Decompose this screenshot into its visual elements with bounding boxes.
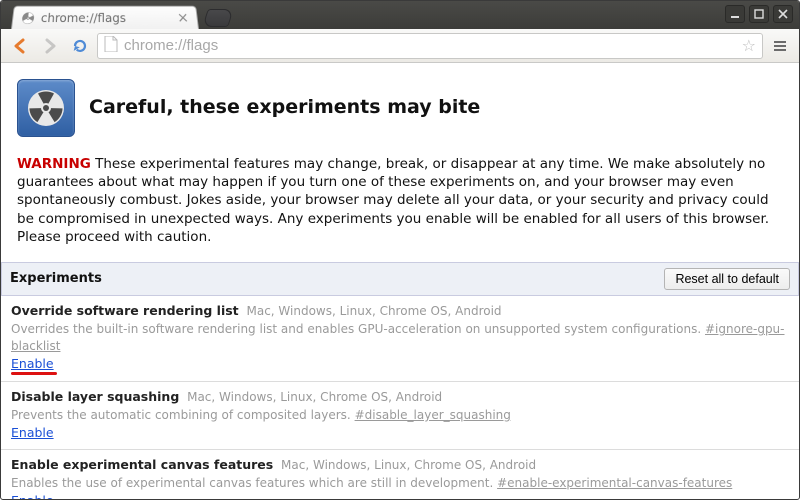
experiment-title: Disable layer squashing <box>11 389 179 404</box>
close-window-button[interactable] <box>773 5 793 23</box>
experiment-enable-link[interactable]: Enable <box>11 493 54 499</box>
page-title: Careful, these experiments may bite <box>89 95 480 121</box>
experiment-description: Prevents the automatic combining of comp… <box>11 407 789 423</box>
address-bar[interactable]: ☆ <box>97 33 763 59</box>
experiments-header-row: Experiments Reset all to default <box>1 262 799 296</box>
minimize-button[interactable] <box>725 5 745 23</box>
experiment-enable-link[interactable]: Enable <box>11 425 54 442</box>
browser-window: chrome://flags × ☆ <box>0 0 800 500</box>
warning-label: WARNING <box>17 156 91 172</box>
experiment-platforms: Mac, Windows, Linux, Chrome OS, Android <box>277 458 536 472</box>
page-content: Careful, these experiments may bite WARN… <box>1 63 799 499</box>
bookmark-star-icon[interactable]: ☆ <box>742 36 756 55</box>
experiment-platforms: Mac, Windows, Linux, Chrome OS, Android <box>243 304 502 318</box>
experiment-anchor-link[interactable]: #ignore-gpu-blacklist <box>11 322 785 352</box>
experiment-enable-link[interactable]: Enable <box>11 356 54 373</box>
maximize-button[interactable] <box>749 5 769 23</box>
experiment-title: Enable experimental canvas features <box>11 457 273 472</box>
forward-button[interactable] <box>37 33 63 59</box>
experiment-title: Override software rendering list <box>11 303 239 318</box>
experiment-description: Overrides the built-in software renderin… <box>11 321 789 353</box>
close-tab-icon[interactable]: × <box>177 11 190 25</box>
experiment-item: Override software rendering list Mac, Wi… <box>1 296 799 382</box>
experiments-header-label: Experiments <box>10 270 102 288</box>
new-tab-button[interactable] <box>202 9 234 27</box>
reset-all-button[interactable]: Reset all to default <box>664 268 790 290</box>
navigation-toolbar: ☆ <box>1 29 799 63</box>
page-icon <box>104 36 118 56</box>
tab-strip: chrome://flags × <box>7 1 231 29</box>
chrome-menu-button[interactable] <box>767 33 793 59</box>
reload-button[interactable] <box>67 33 93 59</box>
window-controls <box>725 5 793 23</box>
warning-text: These experimental features may change, … <box>17 156 769 245</box>
url-input[interactable] <box>124 37 736 54</box>
hazard-icon <box>17 79 75 137</box>
warning-paragraph: WARNING These experimental features may … <box>17 155 783 246</box>
experiments-list: Override software rendering list Mac, Wi… <box>1 296 799 499</box>
radiation-icon <box>20 11 35 25</box>
back-button[interactable] <box>7 33 33 59</box>
experiment-platforms: Mac, Windows, Linux, Chrome OS, Android <box>183 390 442 404</box>
experiment-description: Enables the use of experimental canvas f… <box>11 475 789 491</box>
browser-tab[interactable]: chrome://flags × <box>11 6 199 29</box>
experiment-item: Enable experimental canvas features Mac,… <box>1 450 799 499</box>
window-titlebar: chrome://flags × <box>1 1 799 29</box>
experiment-anchor-link[interactable]: #disable_layer_squashing <box>355 408 511 422</box>
page-header: Careful, these experiments may bite <box>17 79 783 137</box>
tab-title: chrome://flags <box>40 11 171 25</box>
experiment-anchor-link[interactable]: #enable-experimental-canvas-features <box>497 476 732 490</box>
experiment-item: Disable layer squashing Mac, Windows, Li… <box>1 382 799 450</box>
